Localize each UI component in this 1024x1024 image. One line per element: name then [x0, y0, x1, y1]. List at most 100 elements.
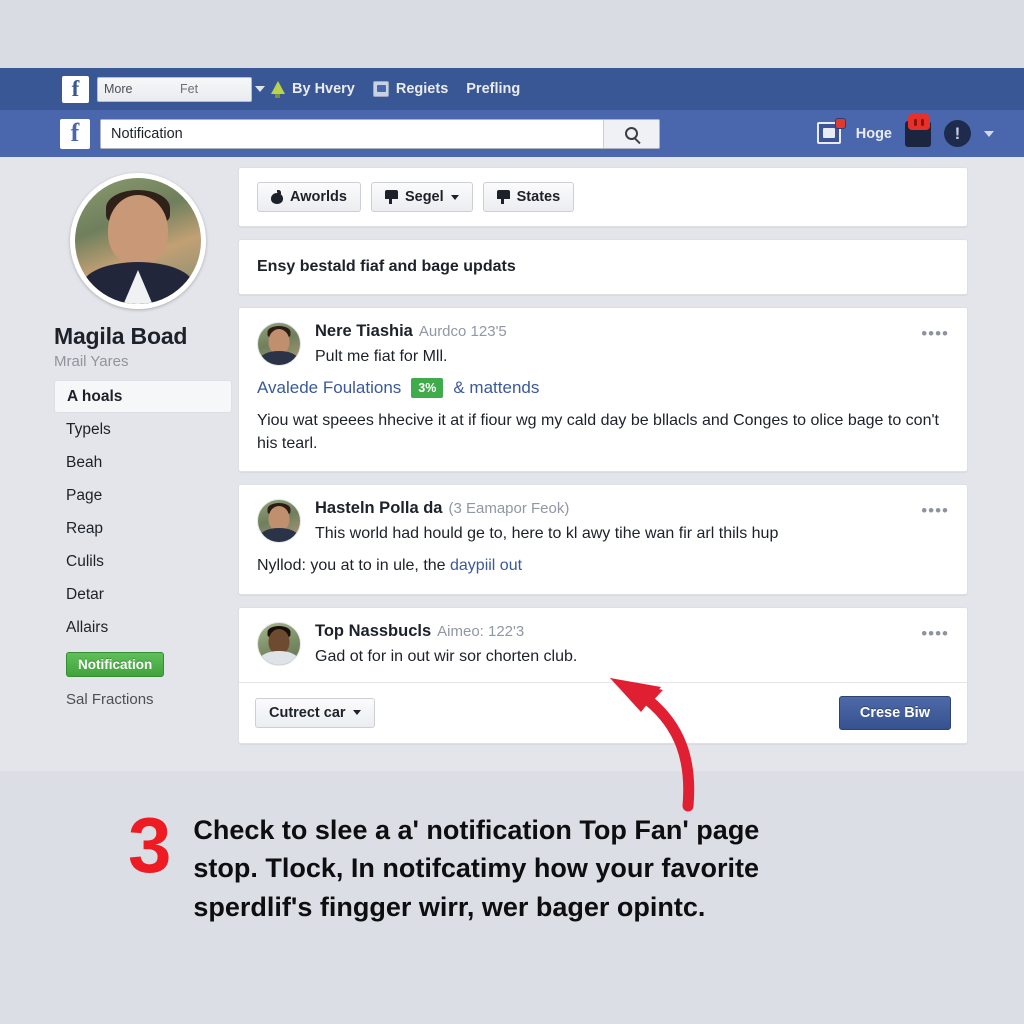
notification-header: Nere Tiashia Aurdco 123'5 Pult me fiat fo… — [257, 322, 949, 366]
search-button[interactable] — [603, 119, 659, 148]
caption-line-3: sperdlif's fingger wirr, wer bager opint… — [193, 891, 706, 922]
chevron-down-icon[interactable] — [984, 130, 994, 137]
sidebar-item-allairs[interactable]: Allairs — [54, 611, 232, 644]
notification-message-prefix: Nyllod: you at to in ule, the — [257, 557, 450, 575]
notification-title: Nere Tiashia Aurdco 123'5 — [315, 322, 949, 341]
notification-meta: Aurdco 123'5 — [418, 323, 507, 340]
avatar[interactable] — [257, 621, 301, 666]
filter-button-segel[interactable]: Segel — [370, 182, 473, 212]
notification-body: •••• Hasteln Polla da (3 Eamapor Feok) Th… — [239, 485, 967, 593]
caption-line-1: Check to slee a a' notification Top Fan'… — [193, 815, 760, 845]
notification-text-group: Hasteln Polla da (3 Eamapor Feok) This wo… — [315, 499, 949, 543]
avatar[interactable] — [257, 322, 301, 366]
notification-card-2[interactable]: •••• Hasteln Polla da (3 Eamapor Feok) Th… — [238, 484, 968, 595]
filter-card: Aworlds Segel States — [238, 167, 968, 227]
notification-badge — [834, 117, 846, 129]
caption-text: Check to slee a a' notification Top Fan'… — [193, 811, 759, 926]
filter-row: Aworlds Segel States — [239, 168, 967, 226]
notification-card-3[interactable]: •••• Top Nassbucls Aimeo: 122'3 Gad ot fo… — [238, 606, 968, 744]
notification-card-1[interactable]: •••• Nere Tiashia Aurdco 123'5 Pult me fi… — [238, 307, 968, 473]
notification-text-group: Nere Tiashia Aurdco 123'5 Pult me fiat fo… — [315, 322, 949, 366]
notification-link[interactable]: Avalede Foulations — [257, 378, 401, 398]
apple-icon — [271, 190, 283, 204]
sidebar-item-reap[interactable]: Reap — [54, 512, 232, 545]
sidebar-footer-link[interactable]: Sal Fractions — [66, 691, 232, 708]
notification-body: •••• Top Nassbucls Aimeo: 122'3 Gad ot fo… — [239, 608, 967, 682]
chevron-down-icon — [352, 710, 361, 716]
screenshot-root: f More Fet By Hvery Regiets Prefling f N… — [0, 0, 1024, 1024]
account-icon[interactable]: ! — [944, 120, 971, 147]
caption-area: 3 Check to slee a a' notification Top Fa… — [0, 771, 1024, 1024]
avatar[interactable] — [257, 499, 301, 544]
notification-name: Hasteln Polla da — [315, 499, 443, 518]
notification-name: Top Nassbucls — [315, 621, 432, 640]
avatar-head — [108, 195, 168, 265]
sidebar-item-detar[interactable]: Detar — [54, 578, 232, 611]
notification-body: •••• Nere Tiashia Aurdco 123'5 Pult me fi… — [239, 308, 967, 471]
notification-name: Nere Tiashia — [315, 322, 413, 340]
flag-icon — [384, 190, 398, 204]
notification-title: Top Nassbucls Aimeo: 122'3 — [315, 622, 949, 641]
sidebar-item-typels[interactable]: Typels — [54, 413, 232, 446]
banner-text: Ensy bestald fiaf and bage updats — [257, 258, 516, 275]
navbar-link-label: By Hvery — [292, 81, 355, 97]
primary-action-button[interactable]: Crese Biw — [838, 695, 951, 730]
step-number: 3 — [128, 801, 172, 889]
filter-button-states[interactable]: States — [482, 182, 575, 212]
sidebar: Magila Boad Mrail Yares A hoals Typels B… — [54, 173, 232, 708]
navbar-link-label: Prefling — [466, 81, 521, 97]
filter-label: Segel — [404, 189, 444, 205]
flag-icon — [496, 190, 510, 204]
notification-header: Hasteln Polla da (3 Eamapor Feok) This wo… — [257, 499, 949, 544]
notification-text-group: Top Nassbucls Aimeo: 122'3 Gad ot for in … — [315, 622, 949, 666]
sidebar-item-culils[interactable]: Culils — [54, 545, 232, 578]
messages-icon[interactable] — [905, 113, 931, 147]
navbar-right-group: Hoge ! — [816, 110, 994, 157]
navbar-link-label: Regiets — [395, 81, 449, 97]
page-select-dropdown[interactable]: More Fet — [97, 76, 265, 102]
main-column: Aworlds Segel States Ensy bestald fiaf a… — [238, 167, 968, 756]
sidebar-notification-badge[interactable]: Notification — [66, 652, 165, 677]
avatar[interactable] — [70, 173, 206, 309]
chevron-down-icon — [450, 194, 459, 200]
notification-title: Hasteln Polla da (3 Eamapor Feok) — [315, 499, 949, 518]
notification-subtitle: Gad ot for in out wir sor chorten club. — [315, 647, 578, 665]
navbar-top: f More Fet By Hvery Regiets Prefling — [0, 68, 1024, 110]
chevron-down-icon — [255, 86, 265, 92]
document-icon — [372, 81, 389, 97]
facebook-home-logo-icon[interactable]: f — [60, 118, 90, 149]
navbar-link-by-hvery[interactable]: By Hvery — [270, 80, 355, 98]
notification-subtitle: This world had hould ge to, here to kl a… — [315, 525, 779, 543]
more-options-icon[interactable]: •••• — [921, 324, 949, 344]
tree-icon — [270, 80, 285, 98]
more-options-icon[interactable]: •••• — [921, 624, 949, 644]
search-bar[interactable] — [100, 118, 660, 149]
notification-message: Yiou wat speees hhecive it at if fiour w… — [257, 412, 939, 453]
footer-dropdown-button[interactable]: Cutrect car — [255, 697, 375, 728]
footer-dropdown-label: Cutrect car — [269, 704, 346, 721]
caption-line-2: stop. Tlock, In notifcatimy how your fav… — [193, 853, 759, 884]
percent-badge: 3% — [411, 378, 444, 398]
navbar-link-regiets[interactable]: Regiets — [372, 81, 449, 97]
notification-link-suffix[interactable]: & mattends — [453, 378, 539, 398]
profile-name: Magila Boad — [54, 323, 188, 349]
home-link[interactable]: Hoge — [856, 126, 892, 142]
sidebar-item-beah[interactable]: Beah — [54, 446, 232, 479]
navbar-link-prefling[interactable]: Prefling — [466, 81, 520, 97]
more-options-icon[interactable]: •••• — [921, 501, 949, 521]
filter-label: Aworlds — [290, 189, 347, 205]
search-input[interactable] — [101, 119, 603, 148]
facebook-logo-icon[interactable]: f — [62, 75, 89, 103]
search-icon — [625, 127, 638, 140]
notification-inline-link[interactable]: daypiil out — [450, 557, 522, 574]
profile-subtitle: Mrail Yares — [54, 353, 129, 370]
filter-label: States — [516, 189, 561, 205]
messages-badge — [908, 113, 930, 130]
page-select-value-right: Fet — [180, 82, 199, 96]
sidebar-item-page[interactable]: Page — [54, 479, 232, 512]
pages-icon[interactable] — [816, 117, 846, 146]
banner-card: Ensy bestald fiaf and bage updats — [238, 239, 968, 295]
sidebar-item-a-hoals[interactable]: A hoals — [54, 380, 232, 413]
notification-message: Nyllod: you at to in ule, the daypiil ou… — [257, 554, 949, 577]
filter-button-aworlds[interactable]: Aworlds — [257, 182, 361, 212]
